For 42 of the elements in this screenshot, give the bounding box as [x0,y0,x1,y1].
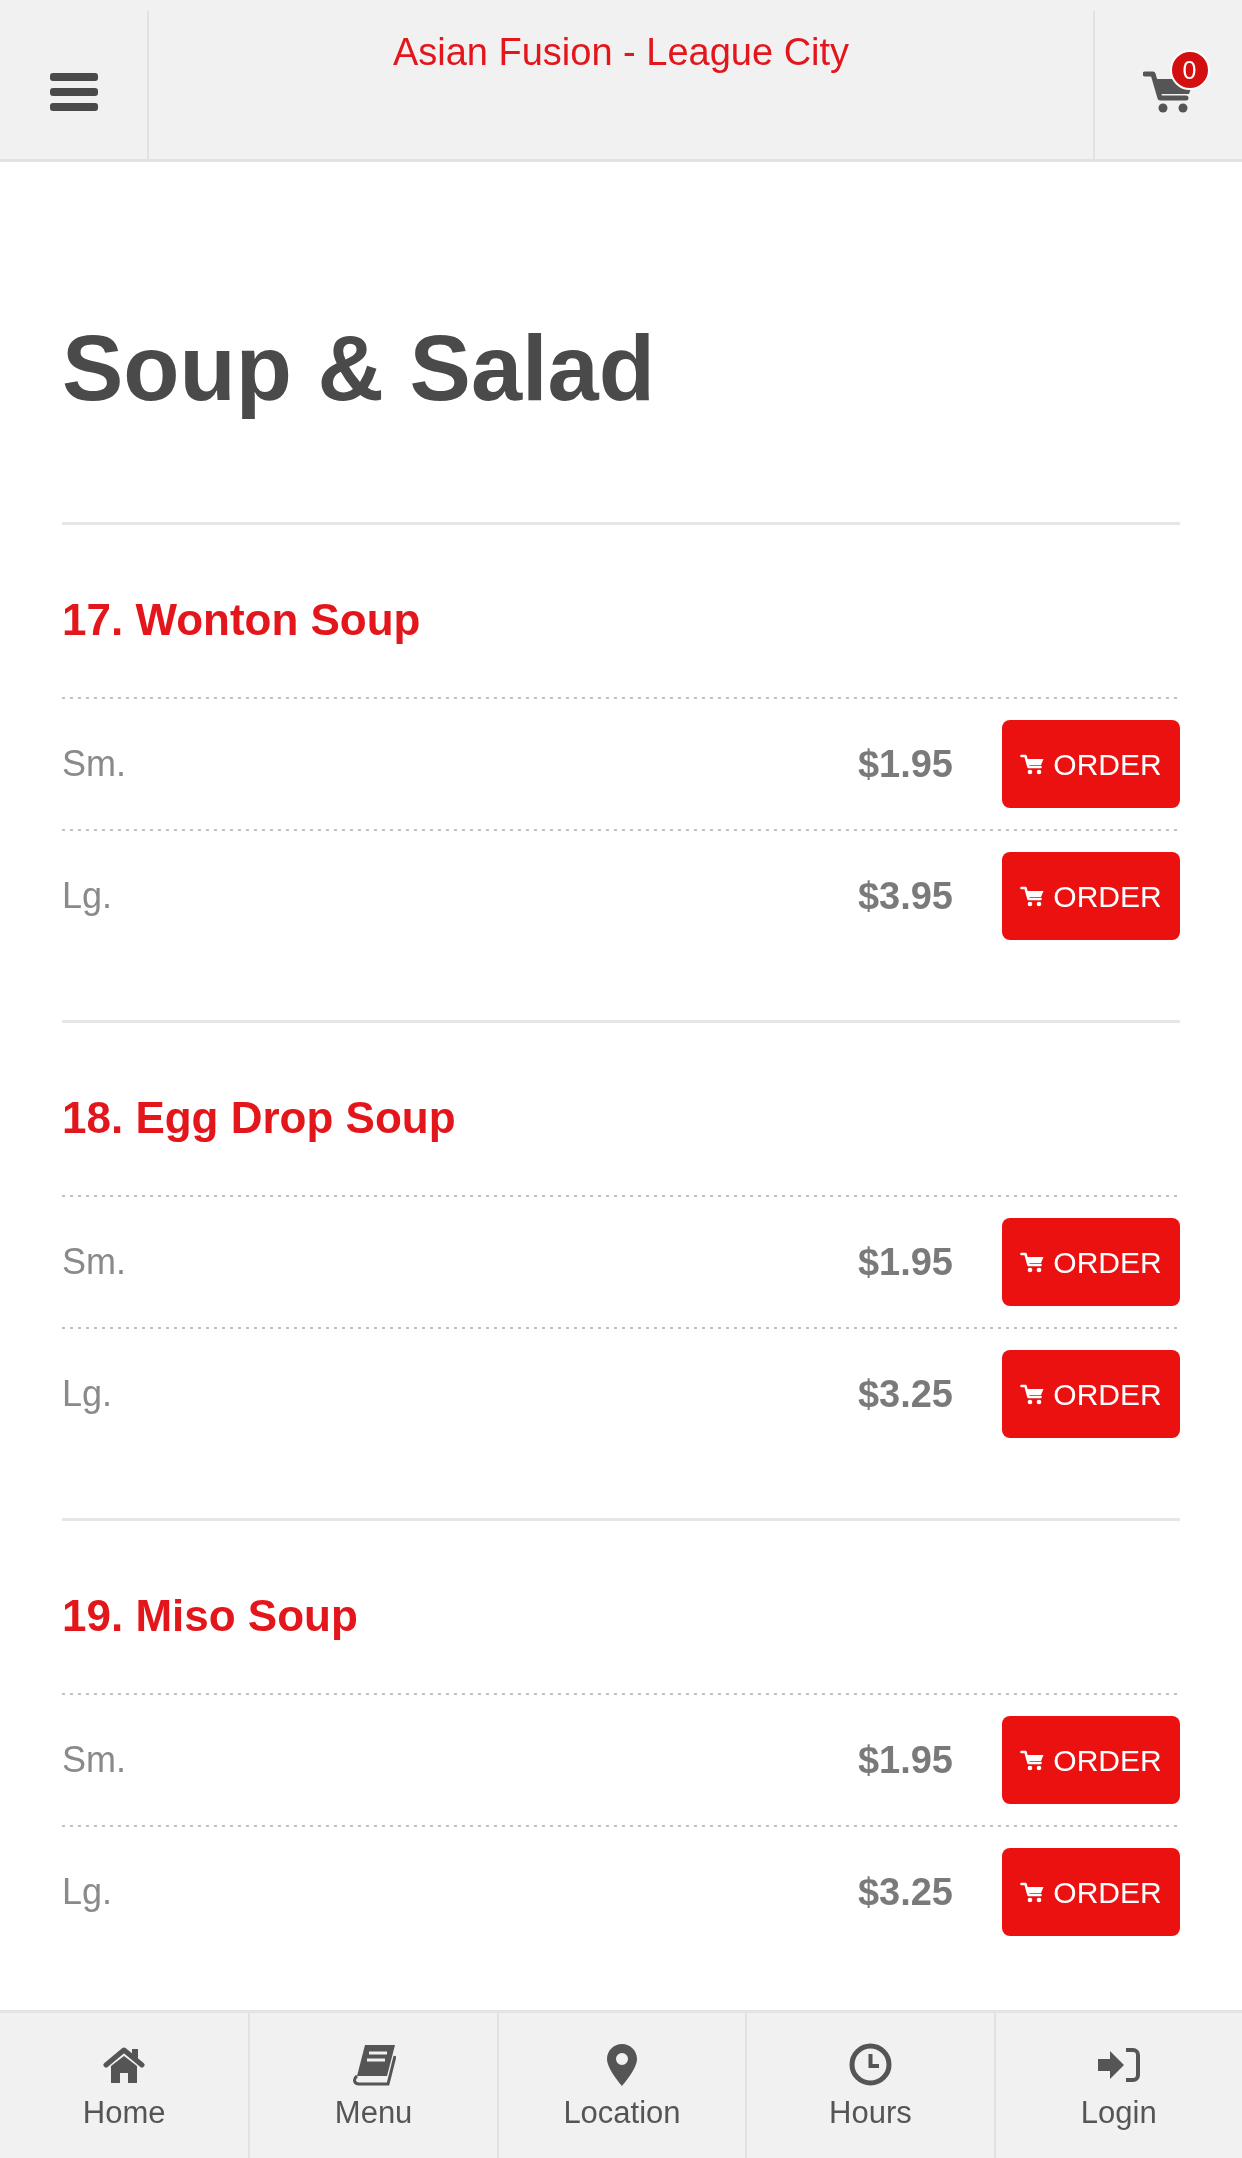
item-title: 17. Wonton Soup [62,594,422,646]
size-label: Sm. [62,742,127,786]
cart-count-badge: 0 [1169,50,1210,90]
price-text: $3.25 [857,1869,953,1915]
price-text: $1.95 [857,741,953,787]
nav-button[interactable]: Location [496,2013,746,2158]
size-label: Lg. [62,1372,114,1416]
price-text: $1.95 [857,1239,953,1285]
size-label: Lg. [62,1870,114,1914]
home-icon [103,2046,146,2083]
cart-icon [1020,753,1045,775]
order-button[interactable]: ORDER [1002,1848,1180,1936]
cart-icon [1020,885,1045,907]
price-text: $3.95 [857,873,953,919]
order-button[interactable]: ORDER [1002,1218,1180,1306]
sign-in-icon [1097,2047,1140,2082]
book-icon [351,2043,396,2086]
cart-icon [1020,1881,1045,1903]
cart-button[interactable]: 0 [1093,11,1242,159]
order-button[interactable]: ORDER [1002,1350,1180,1438]
clock-icon [848,2043,892,2086]
nav-button[interactable]: Hours [745,2013,994,2158]
price-text: $1.95 [857,1737,953,1783]
cart-icon [1020,1251,1045,1273]
nav-button[interactable]: Menu [248,2013,497,2158]
page-heading: Soup & Salad [62,316,656,421]
cart-icon [1020,1749,1045,1771]
nav-button[interactable]: Login [993,2013,1242,2158]
cart-icon [1020,1383,1045,1405]
order-button[interactable]: ORDER [1002,720,1180,808]
size-label: Sm. [62,1738,127,1782]
menu-icon [49,73,98,111]
restaurant-name: Asian Fusion - League City [392,30,850,75]
price-text: $3.25 [857,1371,953,1417]
item-title: 19. Miso Soup [62,1590,359,1642]
item-title: 18. Egg Drop Soup [62,1092,457,1144]
nav-button[interactable]: Home [0,2013,249,2158]
order-button[interactable]: ORDER [1002,852,1180,940]
size-label: Sm. [62,1240,127,1284]
order-button[interactable]: ORDER [1002,1716,1180,1804]
size-label: Lg. [62,874,114,918]
map-pin-icon [607,2043,637,2086]
